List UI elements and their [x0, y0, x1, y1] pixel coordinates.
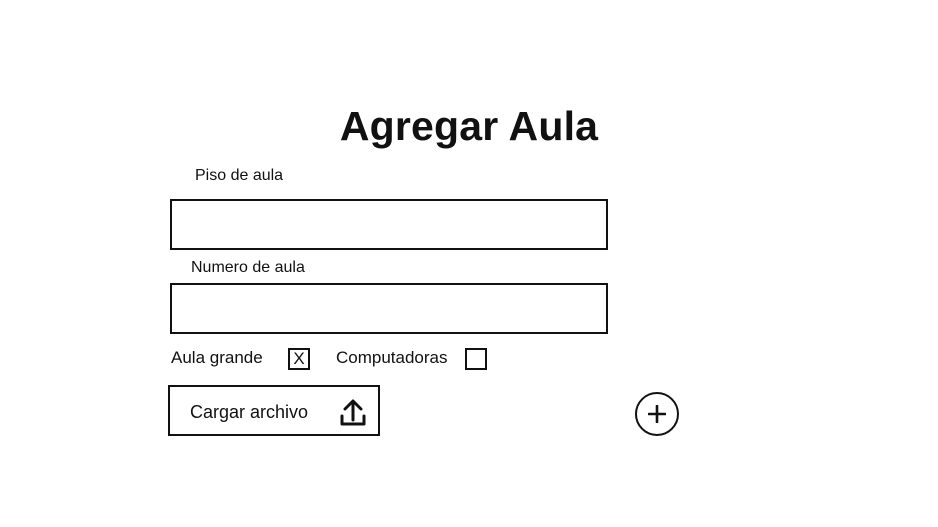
piso-input[interactable]: [170, 199, 608, 250]
checkbox-mark: X: [293, 349, 305, 368]
aula-grande-checkbox[interactable]: X: [288, 348, 310, 370]
page-title: Agregar Aula: [339, 103, 599, 149]
computadoras-label: Computadoras: [336, 348, 448, 367]
plus-icon: [648, 405, 666, 423]
cargar-archivo-button[interactable]: Cargar archivo: [168, 385, 380, 436]
aula-grande-label: Aula grande: [171, 348, 263, 367]
computadoras-checkbox[interactable]: [465, 348, 487, 370]
piso-label: Piso de aula: [195, 167, 284, 184]
agregar-aula-page: Agregar Aula Piso de aula Numero de aula…: [0, 0, 938, 527]
numero-label: Numero de aula: [191, 259, 305, 276]
numero-input[interactable]: [170, 283, 608, 334]
cargar-archivo-label: Cargar archivo: [190, 402, 309, 422]
add-aula-button[interactable]: [635, 392, 679, 436]
upload-icon: [340, 399, 366, 426]
